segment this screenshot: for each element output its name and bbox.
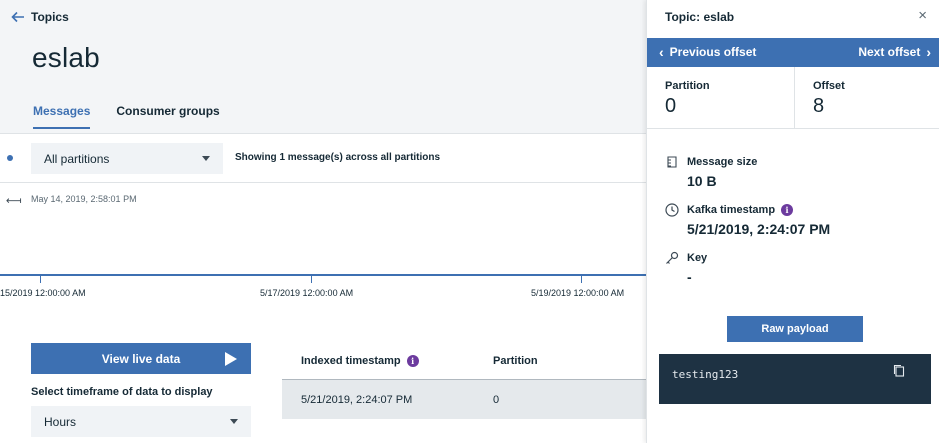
clock-icon [665, 203, 679, 217]
back-to-topics-link[interactable]: Topics [11, 10, 69, 24]
topic-header: Topics eslab Messages Consumer groups [0, 0, 646, 134]
next-offset-button[interactable]: Next offset › [858, 45, 931, 59]
timeframe-select-value: Hours [44, 414, 77, 429]
timeframe-select[interactable]: Hours [31, 406, 251, 437]
message-size-value: 10 B [687, 173, 717, 189]
partition-offset-row: Partition 0 Offset 8 [647, 67, 939, 129]
close-icon[interactable]: × [918, 8, 927, 24]
column-header-timestamp[interactable]: Indexed timestamp i [282, 355, 475, 367]
timeline-tick [581, 276, 582, 283]
kafka-timestamp-value: 5/21/2019, 2:24:07 PM [687, 221, 831, 237]
message-detail-panel: Topic: eslab × ‹ Previous offset Next of… [646, 0, 939, 443]
column-header-partition[interactable]: Partition [475, 355, 538, 367]
timeline-tick-label: 5/17/2019 12:00:00 AM [260, 288, 354, 298]
info-icon[interactable]: i [406, 355, 419, 367]
panel-title: Topic: eslab [665, 10, 735, 24]
partition-stat: Partition 0 [647, 67, 795, 129]
timeline-tick [40, 276, 41, 283]
kafka-timestamp-label: Kafka timestamp [687, 204, 776, 216]
arrow-left-icon [11, 11, 24, 23]
timeline-axis [0, 274, 646, 276]
main-content: Topics eslab Messages Consumer groups Al… [0, 0, 646, 443]
key-label: Key [687, 252, 708, 264]
tab-consumer-groups[interactable]: Consumer groups [116, 104, 219, 129]
kafka-timestamp-label-row: Kafka timestamp i [687, 204, 794, 216]
raw-payload-button[interactable]: Raw payload [727, 316, 863, 342]
timeline-start-date: May 14, 2019, 2:58:01 PM [31, 194, 137, 204]
ruler-icon [667, 156, 677, 168]
offset-value: 8 [813, 95, 825, 117]
showing-count-text: Showing 1 message(s) across all partitio… [235, 152, 441, 163]
timeline-tick-label: 15/2019 12:00:00 AM [0, 288, 86, 298]
chevron-down-icon [230, 419, 238, 424]
tab-list: Messages Consumer groups [33, 104, 220, 129]
tab-messages[interactable]: Messages [33, 104, 91, 129]
offset-label: Offset [813, 80, 845, 92]
collapse-left-icon[interactable]: ⟻ [6, 194, 22, 207]
previous-offset-label: Previous offset [669, 45, 757, 59]
view-live-data-label: View live data [101, 351, 181, 366]
chevron-right-icon: › [926, 44, 931, 60]
partition-select-value: All partitions [44, 151, 110, 166]
partition-label: Partition [665, 80, 710, 92]
previous-offset-button[interactable]: ‹ Previous offset [659, 45, 756, 59]
back-label: Topics [31, 10, 69, 24]
key-value: - [687, 269, 692, 285]
copy-icon[interactable] [893, 364, 905, 377]
filter-row: All partitions Showing 1 message(s) acro… [0, 134, 646, 183]
chevron-down-icon [202, 156, 210, 161]
view-live-data-button[interactable]: View live data [31, 343, 251, 374]
timeline-tick-label: 5/19/2019 12:00:00 AM [531, 288, 625, 298]
message-size-label: Message size [687, 156, 758, 168]
partition-value: 0 [665, 95, 677, 117]
messages-table: Indexed timestamp i Partition 5/21/2019,… [282, 343, 646, 419]
radio-indicator[interactable] [7, 155, 13, 161]
column-header-timestamp-label: Indexed timestamp [301, 355, 401, 367]
play-icon [225, 352, 237, 366]
table-row[interactable]: 5/21/2019, 2:24:07 PM 0 [282, 380, 646, 419]
payload-code-block: testing123 [659, 354, 931, 404]
info-icon[interactable]: i [781, 204, 794, 216]
chevron-left-icon: ‹ [659, 44, 664, 60]
table-header: Indexed timestamp i Partition [282, 343, 646, 380]
page-title: eslab [32, 42, 100, 73]
timeline: ⟻ May 14, 2019, 2:58:01 PM 15/2019 12:00… [0, 184, 646, 314]
payload-text: testing123 [672, 368, 739, 381]
key-icon [666, 251, 679, 264]
offset-stat: Offset 8 [795, 67, 939, 129]
next-offset-label: Next offset [858, 45, 921, 59]
timeline-tick [311, 276, 312, 283]
cell-timestamp: 5/21/2019, 2:24:07 PM [301, 393, 413, 406]
partition-select[interactable]: All partitions [31, 143, 223, 174]
timeframe-label: Select timeframe of data to display [31, 386, 213, 398]
cell-partition: 0 [493, 393, 500, 406]
offset-navigation: ‹ Previous offset Next offset › [647, 38, 939, 67]
